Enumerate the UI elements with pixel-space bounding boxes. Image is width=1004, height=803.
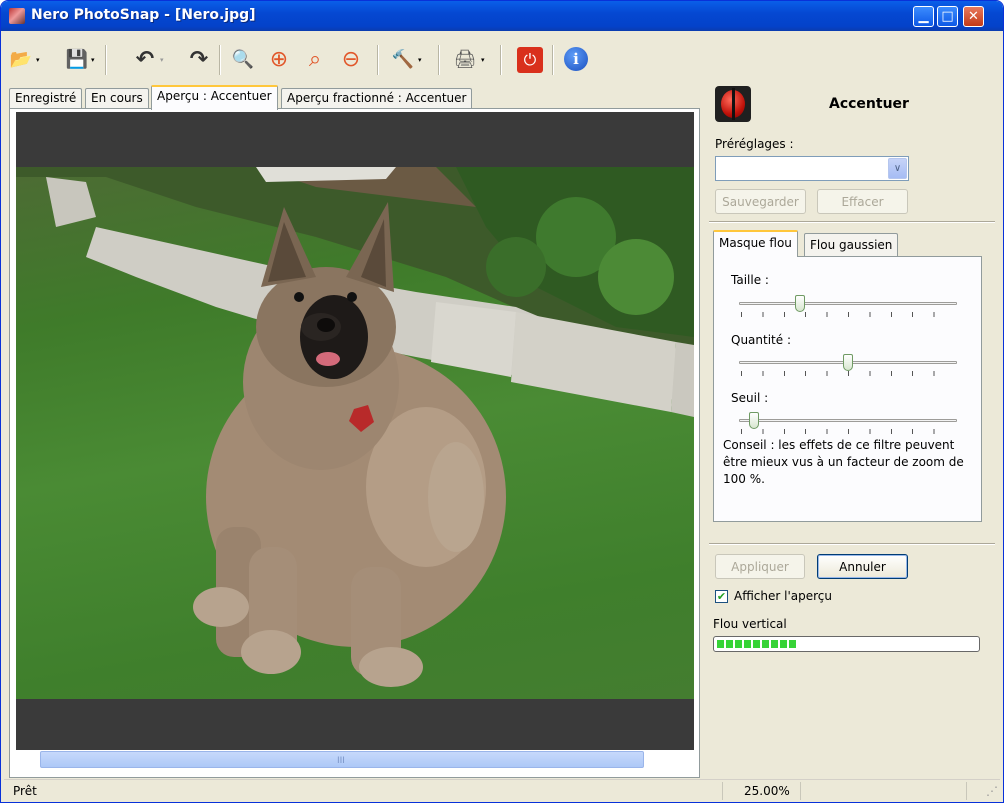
amount-slider[interactable] — [739, 353, 957, 379]
threshold-slider[interactable] — [739, 411, 957, 437]
save-dropdown-icon[interactable]: ▾ — [91, 56, 95, 64]
save-icon[interactable]: 💾 — [64, 47, 90, 73]
dog-photo-image — [16, 167, 694, 687]
zoom-fit-icon[interactable]: ⌕ — [302, 47, 328, 73]
status-bar: Prêt 25.00% ⋰ — [4, 779, 1000, 801]
toolbar-separator — [105, 45, 106, 75]
status-divider — [800, 782, 801, 800]
exit-power-icon[interactable]: ⏻ — [517, 47, 543, 73]
slider-track — [739, 302, 957, 305]
slider-thumb[interactable] — [795, 295, 805, 312]
scrollbar-grip: III — [337, 756, 345, 766]
window-title: Nero PhotoSnap - [Nero.jpg] — [31, 7, 256, 23]
presets-label: Préréglages : — [715, 137, 794, 151]
apply-button[interactable]: Appliquer — [715, 554, 805, 579]
threshold-label: Seuil : — [731, 391, 769, 405]
slider-ticks — [741, 312, 955, 317]
sharpen-tool-icon — [715, 86, 751, 122]
sharpen-panel: Accentuer Préréglages : ∨ Sauvegarder Ef… — [705, 85, 998, 778]
cancel-button[interactable]: Annuler — [817, 554, 908, 579]
title-bar[interactable]: Nero PhotoSnap - [Nero.jpg] ▁ □ ✕ — [1, 1, 1003, 31]
print-dropdown-icon[interactable]: ▾ — [481, 56, 485, 64]
save-preset-button[interactable]: Sauvegarder — [715, 189, 806, 214]
open-folder-icon[interactable]: 📂 — [8, 47, 34, 73]
minimize-button[interactable]: ▁ — [913, 6, 934, 27]
dog-photo — [16, 167, 694, 699]
amount-label: Quantité : — [731, 333, 791, 347]
slider-thumb[interactable] — [843, 354, 853, 371]
delete-preset-button[interactable]: Effacer — [817, 189, 908, 214]
panel-title: Accentuer — [829, 96, 909, 112]
image-canvas[interactable] — [16, 112, 694, 750]
tip-text: Conseil : les effets de ce filtre peuven… — [723, 438, 964, 486]
slider-thumb[interactable] — [749, 412, 759, 429]
toolbar-separator — [438, 45, 439, 75]
slider-ticks — [741, 371, 955, 376]
size-label: Taille : — [731, 273, 769, 287]
presets-select[interactable]: ∨ — [715, 156, 909, 181]
close-icon: ✕ — [968, 9, 979, 24]
zoom-level: 25.00% — [744, 784, 790, 798]
minimize-icon: ▁ — [918, 9, 929, 24]
app-window: Nero PhotoSnap - [Nero.jpg] ▁ □ ✕ 📂 ▾ 💾 … — [0, 0, 1004, 803]
horizontal-scrollbar[interactable]: III — [40, 751, 644, 768]
open-dropdown-icon[interactable]: ▾ — [36, 56, 40, 64]
tools-dropdown-icon[interactable]: ▾ — [418, 56, 422, 64]
undo-dropdown-icon[interactable]: ▾ — [160, 56, 164, 64]
tab-split-preview[interactable]: Aperçu fractionné : Accentuer — [281, 88, 473, 109]
app-icon[interactable] — [9, 8, 25, 24]
tab-gaussian-blur[interactable]: Flou gaussien — [804, 233, 899, 256]
redo-icon[interactable]: ↷ — [186, 47, 212, 73]
close-button[interactable]: ✕ — [963, 6, 984, 27]
status-text: Prêt — [13, 784, 37, 798]
zoom-in-icon[interactable]: ⊕ — [266, 47, 292, 73]
tab-preview[interactable]: Aperçu : Accentuer — [151, 85, 278, 110]
slider-track — [739, 419, 957, 422]
tab-saved[interactable]: Enregistré — [9, 88, 83, 109]
zoom-out-icon[interactable]: ⊖ — [338, 47, 364, 73]
progress-fill — [717, 640, 797, 648]
toolbar-separator — [552, 45, 553, 75]
slider-ticks — [741, 429, 955, 434]
divider — [709, 221, 995, 223]
maximize-icon: □ — [941, 9, 954, 24]
toolbar-separator — [219, 45, 220, 75]
divider — [709, 543, 995, 545]
progress-label: Flou vertical — [713, 617, 787, 631]
print-icon[interactable]: 🖨 — [452, 47, 478, 73]
image-viewer: III — [9, 108, 700, 778]
tab-unsharp-mask[interactable]: Masque flou — [713, 230, 798, 257]
toolbar-separator — [500, 45, 501, 75]
status-divider — [966, 782, 967, 800]
size-slider[interactable] — [739, 294, 957, 320]
checkmark-icon: ✔ — [716, 590, 727, 603]
toolbar: 📂 ▾ 💾 ▾ ↶ ▾ ↷ 🔍 ⊕ ⌕ ⊖ 🔨 ▾ 🖨 ▾ ⏻ ℹ — [4, 32, 1000, 84]
preview-checkbox-label[interactable]: Afficher l'aperçu — [734, 589, 832, 603]
toolbar-separator — [377, 45, 378, 75]
about-info-icon[interactable]: ℹ — [564, 47, 588, 71]
progress-bar — [713, 636, 980, 652]
view-page-icon[interactable]: 🔍 — [230, 47, 256, 73]
tools-hammer-icon[interactable]: 🔨 — [390, 47, 416, 73]
undo-icon[interactable]: ↶ — [132, 47, 158, 73]
chevron-down-icon[interactable]: ∨ — [888, 158, 907, 179]
preview-checkbox[interactable]: ✔ — [715, 590, 728, 603]
resize-grip-icon[interactable]: ⋰ — [982, 782, 1002, 800]
status-divider — [722, 782, 723, 800]
maximize-button[interactable]: □ — [937, 6, 958, 27]
tab-current[interactable]: En cours — [85, 88, 149, 109]
